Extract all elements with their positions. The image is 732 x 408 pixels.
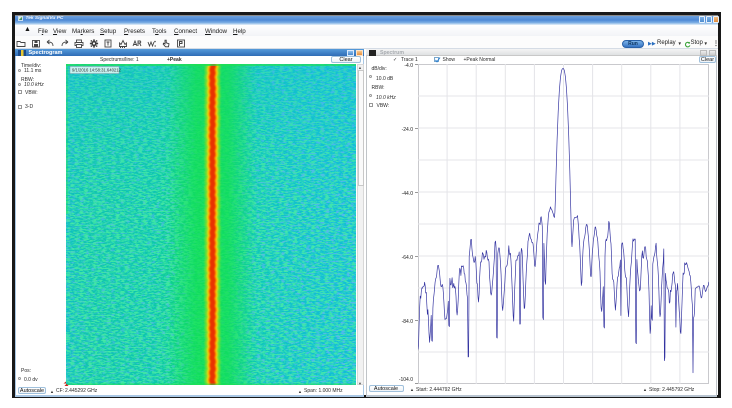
svg-text:9/1/2016 14:58:31.640212: 9/1/2016 14:58:31.640212: [72, 68, 122, 73]
